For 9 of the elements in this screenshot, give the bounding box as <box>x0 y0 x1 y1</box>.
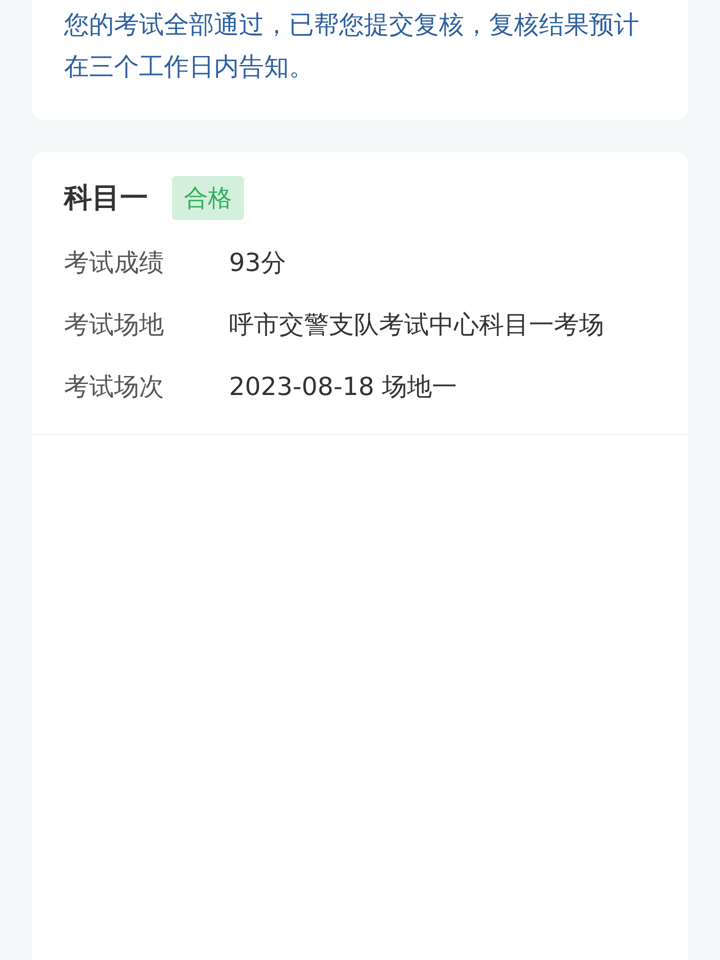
status-badge: 合格 <box>172 176 244 220</box>
notice-text: 您的考试全部通过，已帮您提交复核，复核结果预计在三个工作日内告知。 <box>64 9 640 83</box>
subject-title: 科目一 <box>64 180 148 216</box>
field-label: 考试场地 <box>64 309 165 342</box>
field-value: 93分 <box>229 247 286 280</box>
field-label: 考试成绩 <box>64 247 165 280</box>
field-label: 考试场次 <box>64 371 165 404</box>
field-value: 2023-08-18 场地一 <box>229 371 458 404</box>
field-value: 呼市交警支队考试中心科目一考场 <box>229 309 604 342</box>
